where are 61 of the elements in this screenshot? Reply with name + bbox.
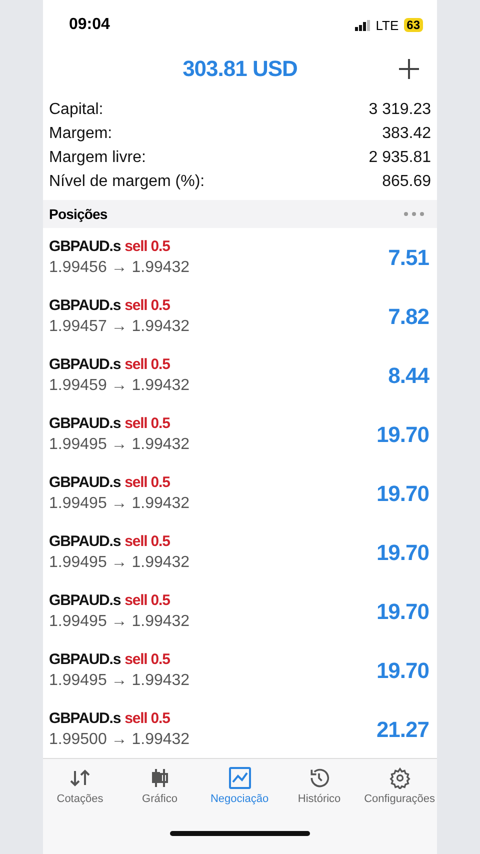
tab-bar-item[interactable]: Gráfico [124,767,195,805]
position-symbol: GBPAUD.s [49,356,121,373]
network-label: LTE [376,18,399,32]
position-prices: 1.99459 → 1.99432 [49,377,190,395]
position-profit: 7.82 [388,304,429,330]
up-down-arrows-icon [68,767,92,789]
section-title: Posições [49,206,108,222]
position-prices: 1.99457 → 1.99432 [49,318,190,336]
position-prices: 1.99495 → 1.99432 [49,554,190,572]
candlestick-icon [150,767,170,789]
line-chart-icon [228,767,252,789]
position-profit: 19.70 [376,480,429,506]
position-order: sell 0.5 [124,474,170,491]
position-order: sell 0.5 [124,238,170,255]
status-time: 09:04 [69,16,110,34]
settings-icon [388,767,411,789]
position-symbol: GBPAUD.s [49,651,121,668]
position-symbol: GBPAUD.s [49,592,121,609]
position-order: sell 0.5 [124,533,170,550]
position-order: sell 0.5 [124,297,170,314]
position-profit: 19.70 [376,540,429,566]
battery-level: 63 [404,18,423,32]
position-profit: 21.27 [376,716,429,742]
position-order: sell 0.5 [124,415,170,432]
summary-label: Margem: [49,125,112,143]
tab-bar-item[interactable]: Cotações [45,767,115,805]
position-profit: 19.70 [376,422,429,448]
position-profit: 7.51 [388,244,429,270]
position-order: sell 0.5 [124,356,170,373]
summary-value: 865.69 [382,173,431,191]
position-profit: 19.70 [376,658,429,684]
more-icon[interactable] [403,211,425,217]
tab-bar-item[interactable]: Histórico [284,767,354,805]
position-prices: 1.99456 → 1.99432 [49,259,190,277]
summary-label: Capital: [49,101,104,119]
position-prices: 1.99500 → 1.99432 [49,731,190,749]
position-symbol: GBPAUD.s [49,415,121,432]
position-prices: 1.99495 → 1.99432 [49,436,190,454]
position-order: sell 0.5 [124,651,170,668]
position-symbol: GBPAUD.s [49,533,121,550]
summary-label: Nível de margem (%): [49,173,205,191]
position-order: sell 0.5 [124,710,170,727]
position-symbol: GBPAUD.s [49,474,121,491]
position-prices: 1.99495 → 1.99432 [49,495,190,513]
plus-icon[interactable] [399,59,419,79]
tab-bar-item[interactable]: Configurações [364,767,435,805]
position-order: sell 0.5 [124,592,170,609]
position-prices: 1.99495 → 1.99432 [49,672,190,690]
signal-icon [354,20,371,30]
position-symbol: GBPAUD.s [49,710,121,727]
position-prices: 1.99495 → 1.99432 [49,613,190,631]
position-symbol: GBPAUD.s [49,238,121,255]
balance-title: 303.81 USD [182,56,298,82]
position-profit: 8.44 [388,362,429,388]
tab-bar-item[interactable]: Negociação [204,767,275,805]
position-symbol: GBPAUD.s [49,297,121,314]
summary-value: 2 935.81 [368,149,431,167]
summary-value: 383.42 [382,125,431,143]
summary-label: Margem livre: [49,149,146,167]
position-profit: 19.70 [376,598,429,624]
summary-value: 3 319.23 [368,101,431,119]
